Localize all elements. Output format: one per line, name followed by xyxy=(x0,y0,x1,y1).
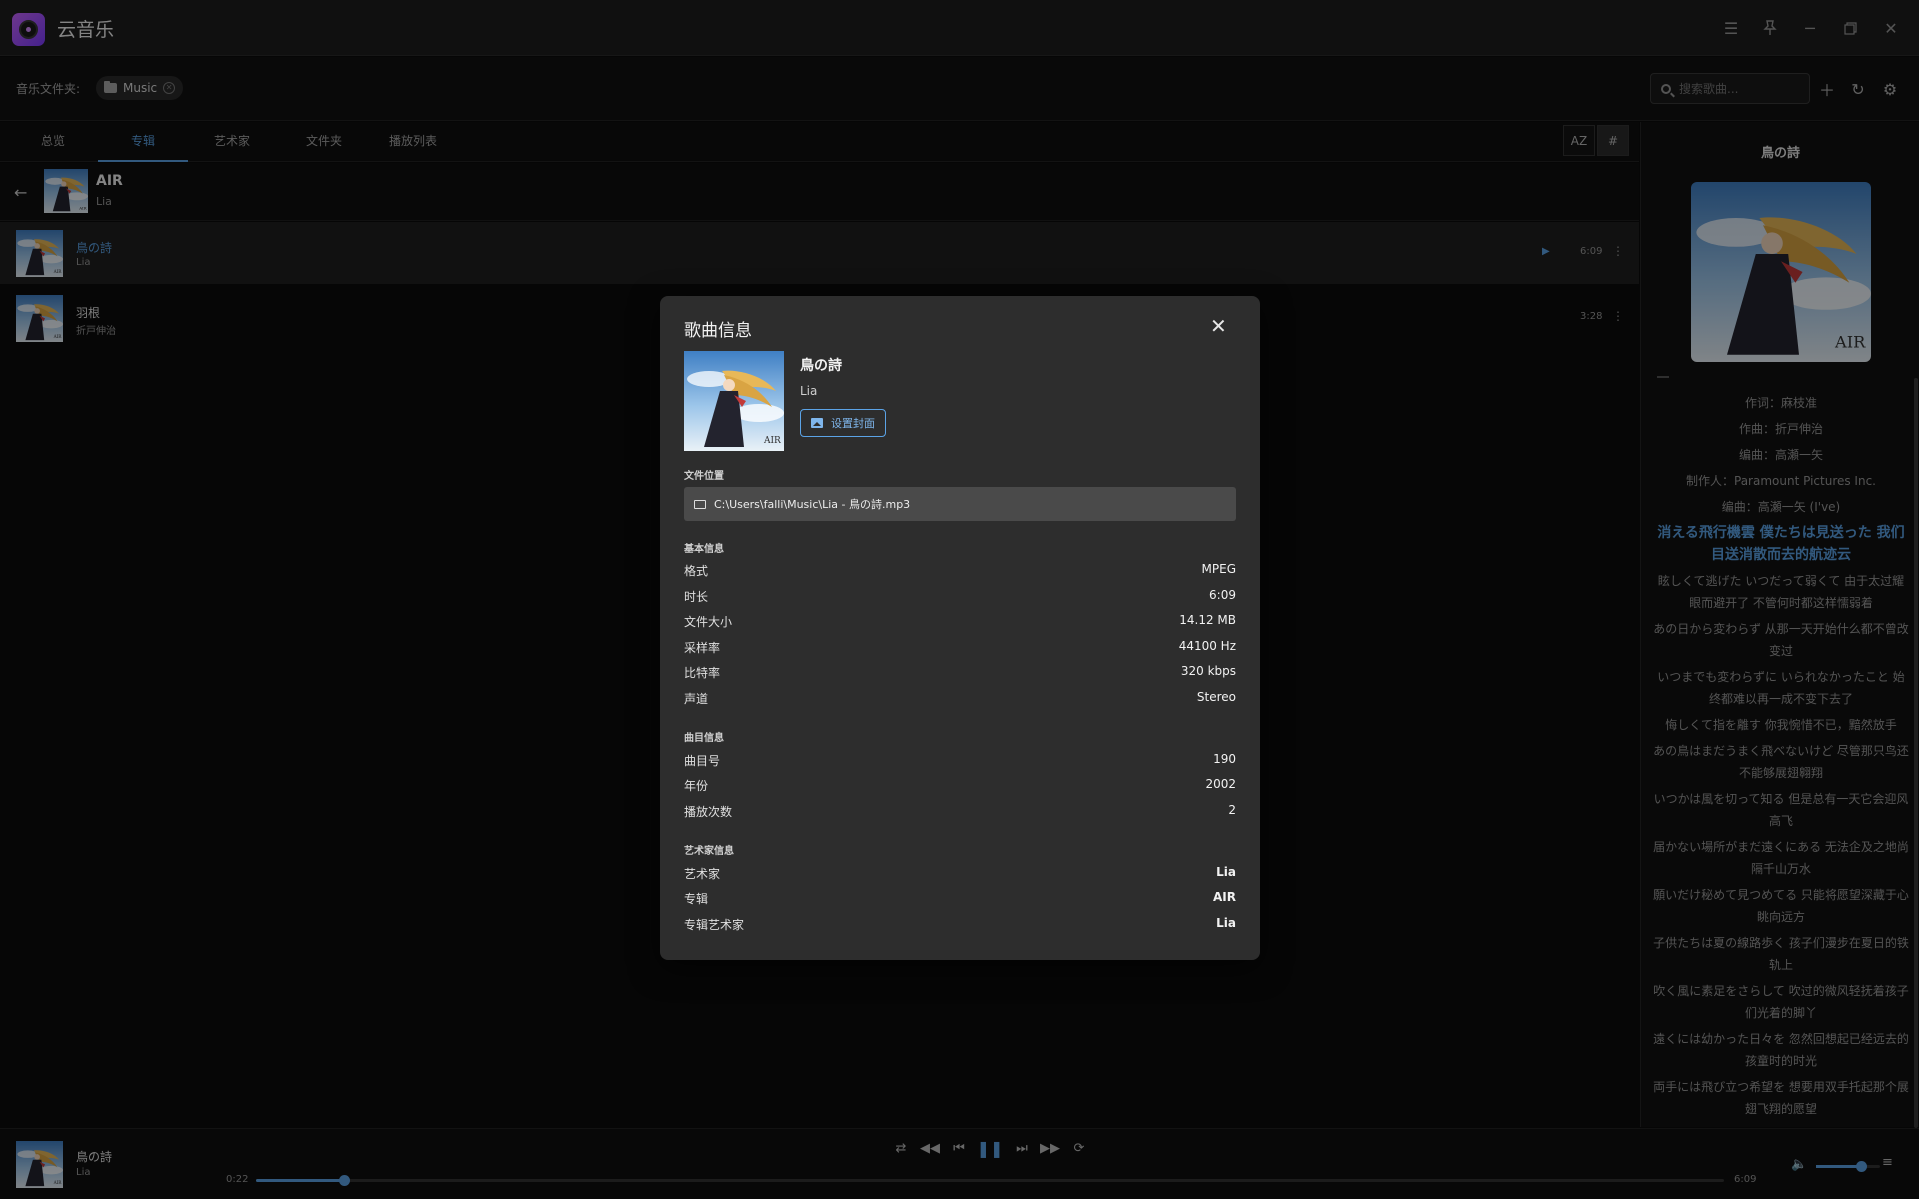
info-value: 2 xyxy=(1228,803,1236,817)
info-row: 曲目号 190 xyxy=(684,752,1236,772)
song-info-dialog: 歌曲信息 ✕ 鳥の詩 Lia 设置封面 文件位置 C:\Users\falli\… xyxy=(660,296,1260,960)
info-value: 190 xyxy=(1213,752,1236,766)
info-key: 曲目号 xyxy=(684,754,721,768)
info-value: 14.12 MB xyxy=(1179,613,1236,627)
info-row: 声道 Stereo xyxy=(684,690,1236,710)
artist-info-heading: 艺术家信息 xyxy=(684,846,734,857)
info-row: 专辑 AIR xyxy=(684,890,1236,910)
info-key: 比特率 xyxy=(684,666,721,680)
dialog-song-title: 鳥の詩 xyxy=(800,358,842,374)
info-row: 时长 6:09 xyxy=(684,588,1236,608)
file-path: C:\Users\falli\Music\Lia - 鳥の詩.mp3 xyxy=(714,498,911,511)
info-row: 年份 2002 xyxy=(684,777,1236,797)
info-value: Lia xyxy=(1216,916,1236,930)
info-key: 专辑 xyxy=(684,892,709,906)
dialog-cover xyxy=(684,351,784,451)
info-key: 时长 xyxy=(684,590,709,604)
info-key: 艺术家 xyxy=(684,867,721,881)
info-key: 声道 xyxy=(684,692,709,706)
info-key: 格式 xyxy=(684,564,709,578)
track-info-heading: 曲目信息 xyxy=(684,733,724,744)
file-location-heading: 文件位置 xyxy=(684,471,724,482)
image-icon xyxy=(811,418,823,428)
info-row: 比特率 320 kbps xyxy=(684,664,1236,684)
info-value: 2002 xyxy=(1205,777,1236,791)
info-key: 年份 xyxy=(684,779,709,793)
info-value: MPEG xyxy=(1201,562,1236,576)
info-value: Lia xyxy=(1216,865,1236,879)
dialog-song-artist: Lia xyxy=(800,384,818,398)
info-value: 44100 Hz xyxy=(1178,639,1236,653)
basic-info-heading: 基本信息 xyxy=(684,544,724,555)
info-key: 播放次数 xyxy=(684,805,733,819)
info-row: 专辑艺术家 Lia xyxy=(684,916,1236,936)
app-window: 云音乐 ☰ ─ ✕ 音乐文件夹: Music ✕ ＋ ↻ ⚙ 总览 专辑 艺术家… xyxy=(0,0,1919,1199)
info-value: AIR xyxy=(1213,890,1236,904)
info-value: Stereo xyxy=(1196,690,1236,704)
info-key: 专辑艺术家 xyxy=(684,918,745,932)
dialog-title: 歌曲信息 xyxy=(684,321,752,341)
info-row: 文件大小 14.12 MB xyxy=(684,613,1236,633)
dialog-close-icon[interactable]: ✕ xyxy=(1210,314,1227,338)
info-row: 格式 MPEG xyxy=(684,562,1236,582)
info-value: 320 kbps xyxy=(1180,664,1236,678)
set-cover-button[interactable]: 设置封面 xyxy=(800,409,886,437)
info-key: 采样率 xyxy=(684,641,721,655)
info-value: 6:09 xyxy=(1209,588,1236,602)
set-cover-label: 设置封面 xyxy=(831,417,875,430)
info-key: 文件大小 xyxy=(684,615,733,629)
info-row: 播放次数 2 xyxy=(684,803,1236,823)
info-row: 采样率 44100 Hz xyxy=(684,639,1236,659)
folder-icon xyxy=(694,499,706,509)
info-row: 艺术家 Lia xyxy=(684,865,1236,885)
file-path-field[interactable]: C:\Users\falli\Music\Lia - 鳥の詩.mp3 xyxy=(684,487,1236,521)
